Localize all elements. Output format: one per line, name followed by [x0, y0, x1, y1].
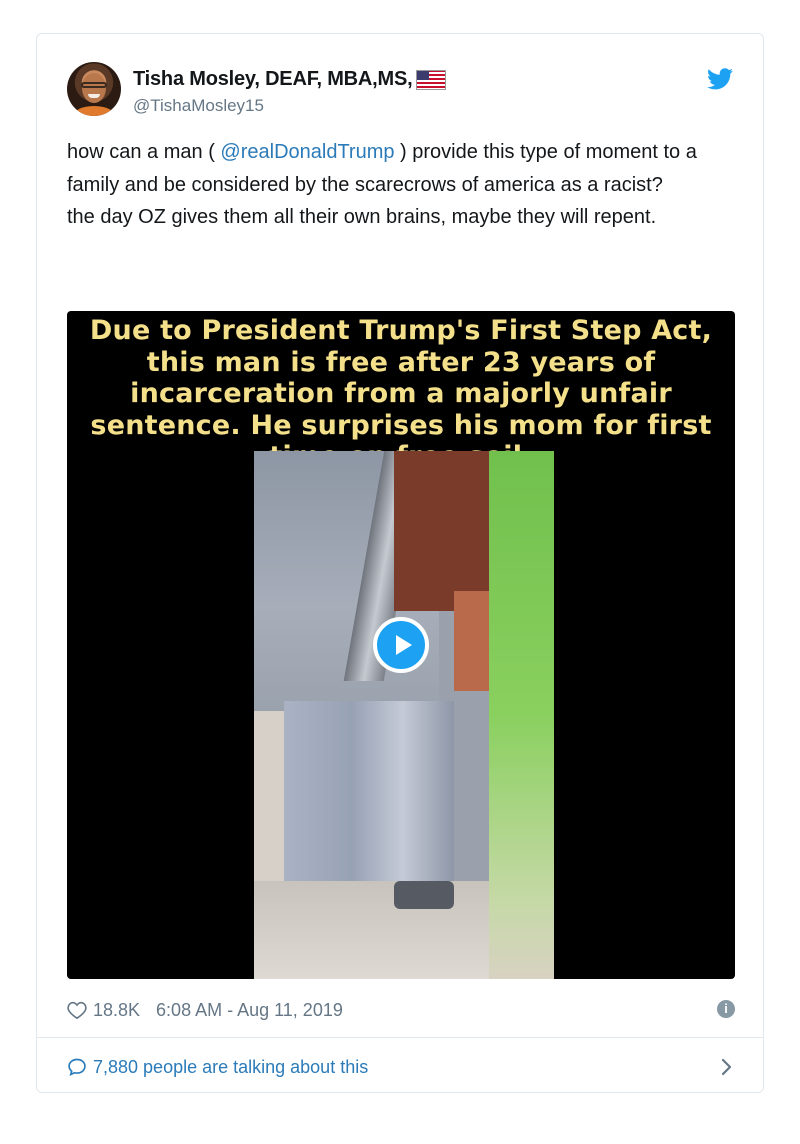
twitter-bird-icon[interactable]: [707, 68, 733, 90]
timestamp[interactable]: 6:08 AM - Aug 11, 2019: [156, 1000, 343, 1021]
tweet-text-part: how can a man (: [67, 141, 221, 163]
conversation-link[interactable]: 7,880 people are talking about this: [67, 1054, 735, 1080]
video-media[interactable]: Due to President Trump's First Step Act,…: [67, 311, 735, 979]
speech-bubble-icon: [68, 1058, 86, 1077]
tweet-card[interactable]: Tisha Mosley, DEAF, MBA,MS, @TishaMosley…: [36, 33, 764, 1093]
info-icon[interactable]: i: [717, 1000, 735, 1018]
mention-link[interactable]: @realDonaldTrump: [220, 141, 394, 163]
us-flag-icon: [416, 69, 447, 90]
divider: [37, 1037, 763, 1038]
like-count[interactable]: 18.8K: [93, 1000, 140, 1021]
tweet-meta: 18.8K 6:08 AM - Aug 11, 2019 i: [67, 996, 735, 1024]
tweet-text-line2: the day OZ gives them all their own brai…: [67, 206, 657, 228]
play-icon[interactable]: [373, 617, 429, 673]
author-row: Tisha Mosley, DEAF, MBA,MS,: [133, 68, 447, 91]
talking-count[interactable]: 7,880 people are talking about this: [93, 1057, 368, 1078]
tweet-text: how can a man ( @realDonaldTrump ) provi…: [67, 136, 727, 234]
chevron-right-icon[interactable]: [717, 1054, 737, 1080]
author-handle[interactable]: @TishaMosley15: [133, 96, 264, 116]
author-name[interactable]: Tisha Mosley, DEAF, MBA,MS,: [133, 68, 413, 91]
video-thumbnail[interactable]: [254, 451, 554, 979]
video-caption: Due to President Trump's First Step Act,…: [89, 315, 713, 472]
heart-icon[interactable]: [67, 1001, 87, 1019]
avatar[interactable]: [67, 62, 121, 116]
